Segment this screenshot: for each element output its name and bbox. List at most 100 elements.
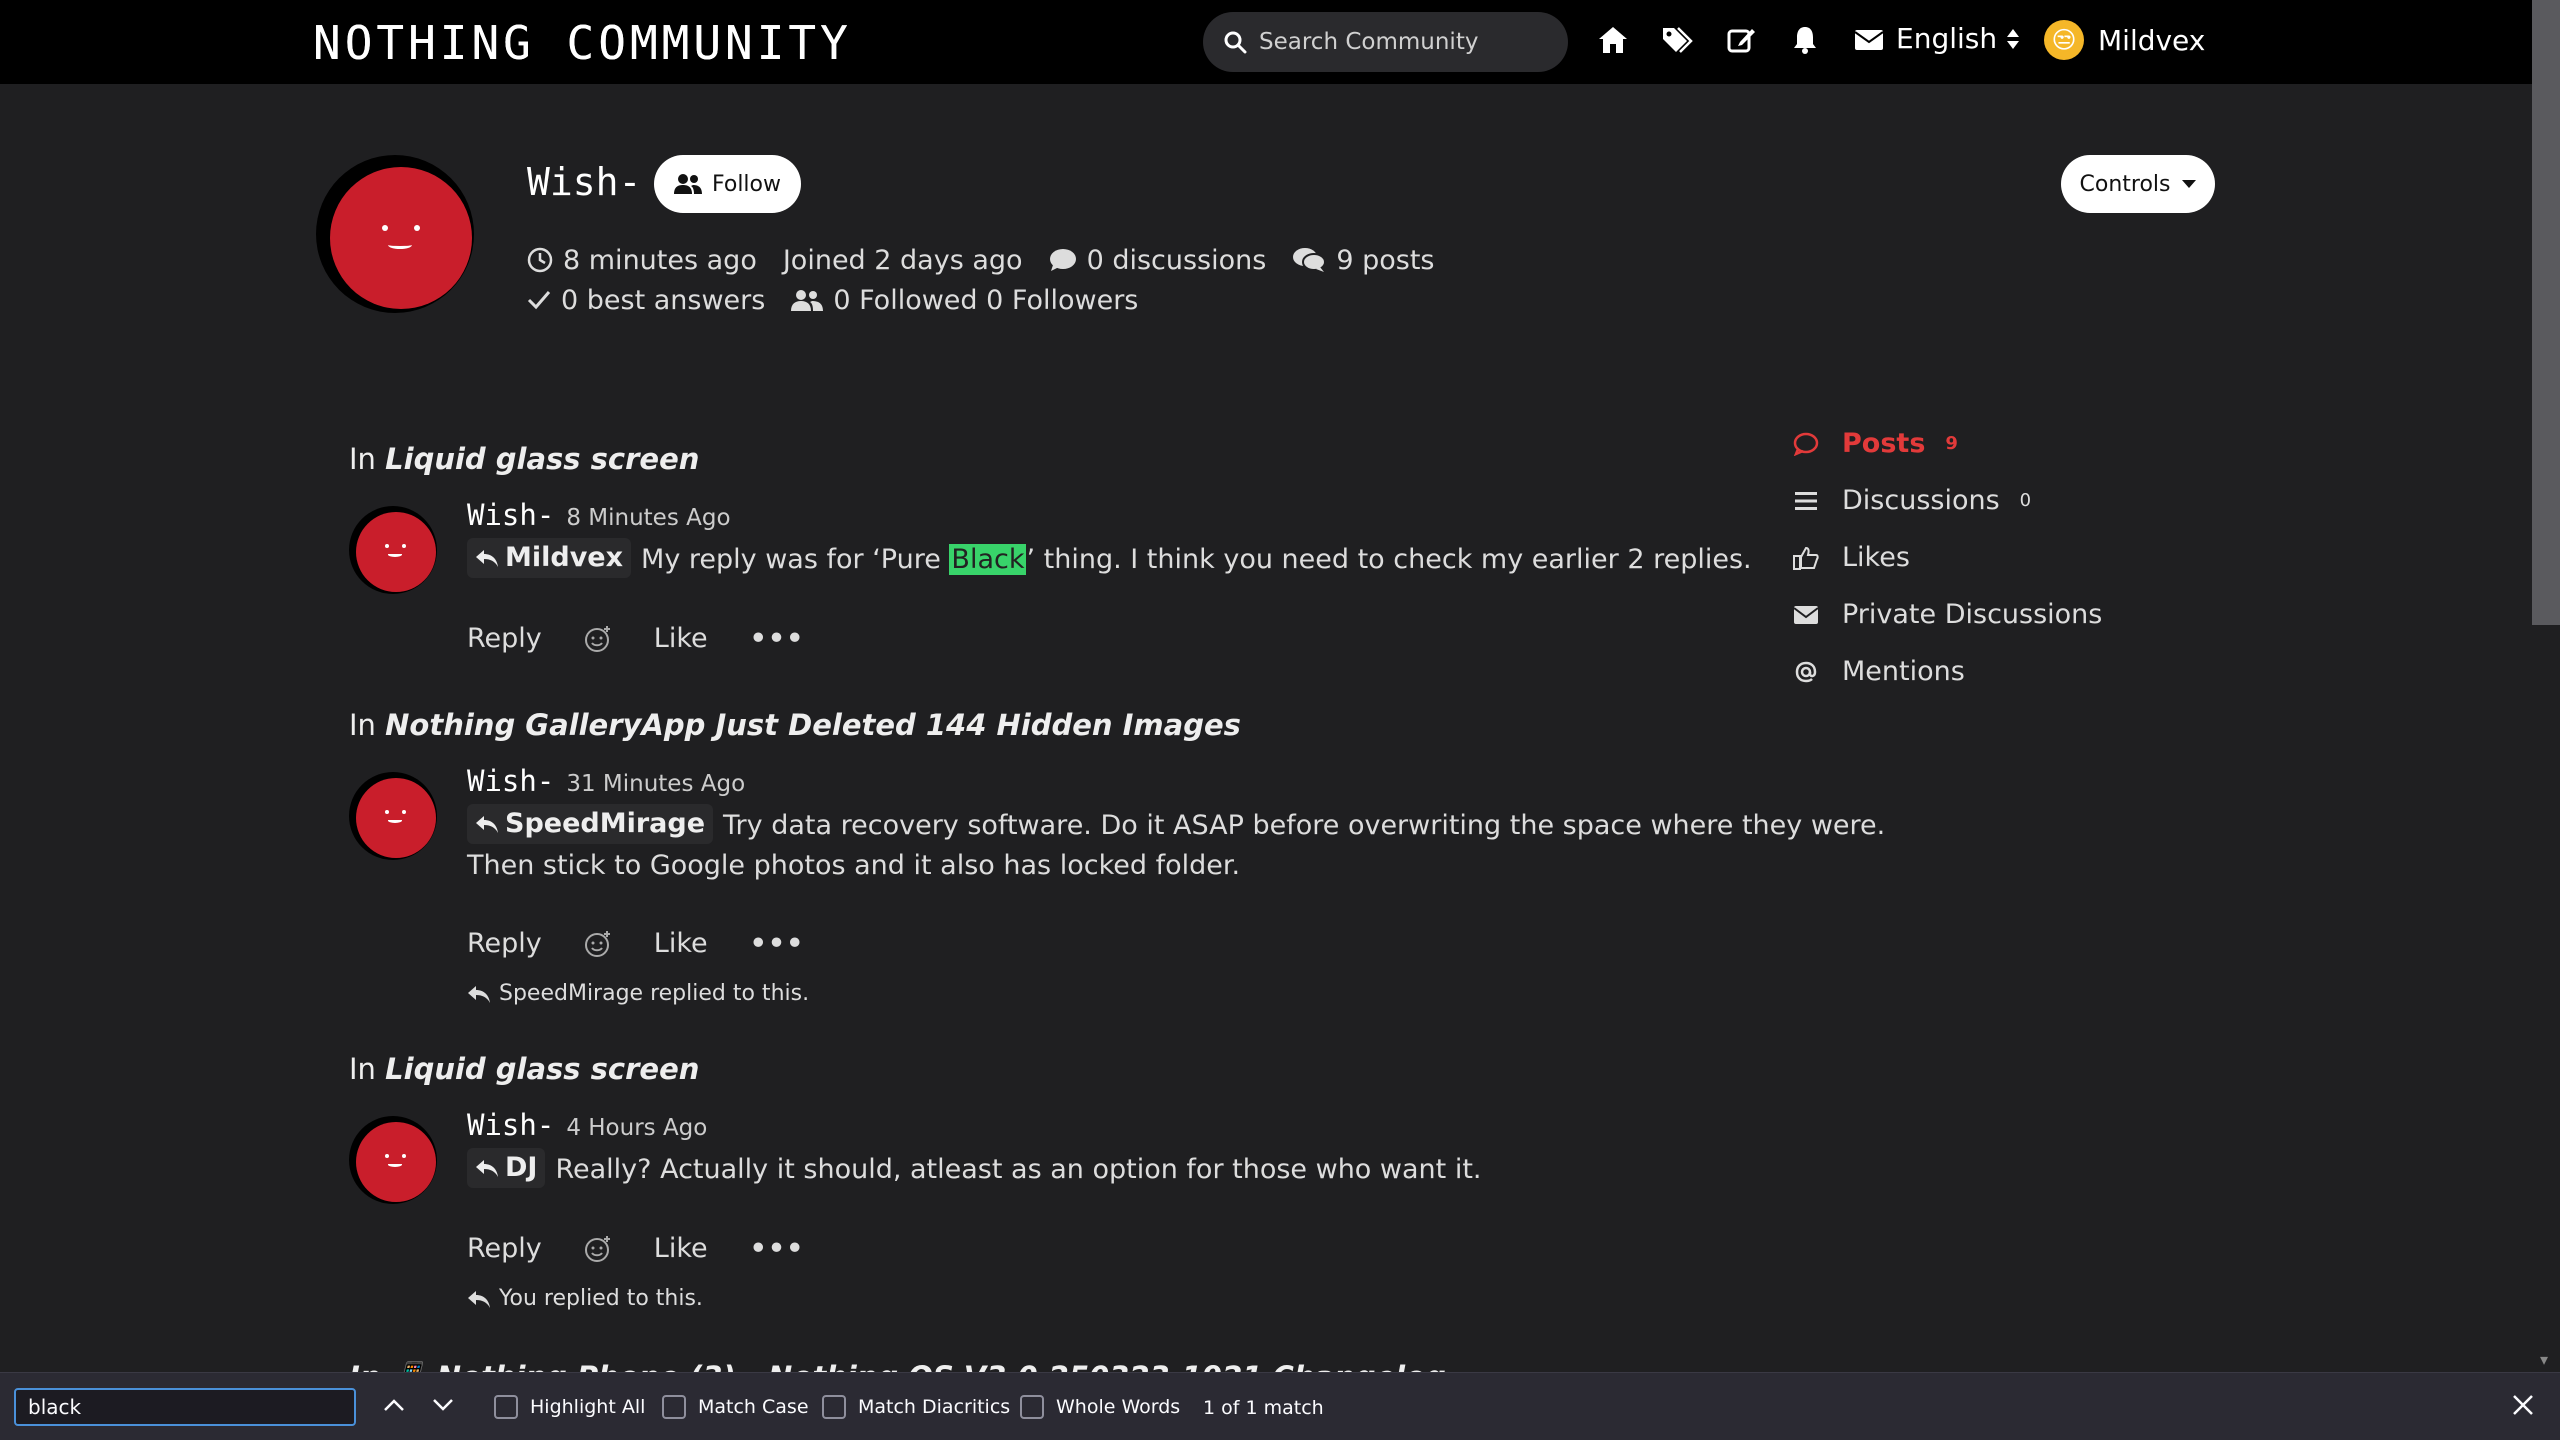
post-item: In Nothing GalleryApp Just Deleted 144 H… — [349, 708, 1885, 1006]
in-prefix: In — [349, 442, 376, 476]
find-match-status: 1 of 1 match — [1203, 1397, 1324, 1419]
post-content: SpeedMirage Try data recovery software. … — [467, 804, 1887, 886]
search-box[interactable] — [1203, 12, 1568, 72]
find-previous-icon[interactable] — [383, 1393, 405, 1418]
discussion-count: 0 discussions — [1086, 244, 1267, 276]
reply-arrow-icon — [468, 985, 490, 1003]
post-discussion-context: In Liquid glass screen — [349, 442, 699, 482]
profile-stats: 8 minutes ago Joined 2 days ago 0 discus… — [527, 240, 1434, 320]
like-button[interactable]: Like — [654, 928, 708, 959]
add-reaction-icon[interactable] — [584, 930, 612, 958]
reply-mention[interactable]: DJ — [467, 1148, 546, 1188]
mention-name: Mildvex — [505, 542, 624, 573]
reply-arrow-icon — [476, 816, 498, 833]
joined-date: Joined 2 days ago — [782, 244, 1023, 276]
in-prefix: In — [349, 708, 376, 742]
find-next-icon[interactable] — [432, 1393, 454, 1418]
match-diacritics-checkbox[interactable]: Match Diacritics — [822, 1395, 1010, 1419]
language-selector[interactable]: English — [1896, 22, 2021, 55]
post-item: In Liquid glass screen Wish- 8 Minutes A… — [349, 442, 1752, 654]
post-author[interactable]: Wish- — [467, 764, 554, 798]
users-icon — [673, 174, 702, 194]
language-label: English — [1896, 22, 1998, 55]
reply-mention[interactable]: SpeedMirage — [467, 804, 714, 844]
post-author[interactable]: Wish- — [467, 498, 554, 532]
match-case-checkbox[interactable]: Match Case — [662, 1395, 809, 1419]
site-logo[interactable]: NOTHING COMMUNITY — [313, 16, 852, 70]
top-navigation-bar: NOTHING COMMUNITY English 😒 Mildvex — [0, 0, 2532, 84]
user-avatar: 😒 — [2044, 20, 2084, 60]
reply-arrow-icon — [476, 550, 498, 567]
compose-icon[interactable] — [1723, 22, 1759, 58]
scroll-down-arrow-icon[interactable]: ▾ — [2540, 1350, 2548, 1369]
post-count: 9 posts — [1336, 244, 1435, 276]
post-content: Mildvex My reply was for ‘Pure Black’ th… — [467, 538, 2047, 580]
discussion-link[interactable]: Liquid glass screen — [385, 442, 699, 476]
add-reaction-icon[interactable] — [584, 1235, 612, 1263]
checkbox-label: Match Case — [698, 1396, 809, 1418]
post-text: Really? Actually it should, atleast as a… — [555, 1154, 1482, 1185]
highlight-all-checkbox[interactable]: Highlight All — [494, 1395, 645, 1419]
more-options-icon[interactable]: ••• — [750, 928, 805, 959]
sidebar-item-posts[interactable]: Posts 9 — [1792, 415, 2102, 472]
discussion-link[interactable]: Nothing GalleryApp Just Deleted 144 Hidd… — [385, 708, 1241, 742]
like-button[interactable]: Like — [654, 623, 708, 654]
post-time[interactable]: 8 Minutes Ago — [566, 505, 730, 531]
checkbox-box[interactable] — [1020, 1395, 1044, 1419]
post-time[interactable]: 4 Hours Ago — [566, 1115, 707, 1141]
search-highlight: Black — [949, 544, 1027, 575]
caret-down-icon — [2181, 180, 2196, 188]
reply-button[interactable]: Reply — [467, 928, 542, 959]
checkmark-icon — [527, 291, 551, 310]
reply-button[interactable]: Reply — [467, 1233, 542, 1264]
close-icon[interactable] — [2512, 1389, 2534, 1424]
like-button[interactable]: Like — [654, 1233, 708, 1264]
discussion-link[interactable]: Liquid glass screen — [385, 1052, 699, 1086]
find-in-page-bar: Highlight All Match Case Match Diacritic… — [0, 1372, 2560, 1440]
more-options-icon[interactable]: ••• — [750, 1233, 805, 1264]
users-icon — [791, 290, 824, 311]
post-author-avatar[interactable] — [349, 1116, 437, 1204]
checkbox-box[interactable] — [494, 1395, 518, 1419]
post-discussion-context: In Nothing GalleryApp Just Deleted 144 H… — [349, 708, 1241, 748]
envelope-icon[interactable] — [1851, 22, 1887, 58]
speech-bubble-icon — [1793, 432, 1819, 456]
add-reaction-icon[interactable] — [584, 625, 612, 653]
reply-mention[interactable]: Mildvex — [467, 538, 632, 578]
comment-icon — [1049, 249, 1076, 271]
replied-note[interactable]: You replied to this. — [467, 1286, 2047, 1311]
sidebar-item-count: 9 — [1945, 433, 1958, 454]
best-answers: 0 best answers — [561, 284, 766, 316]
reply-arrow-icon — [468, 1290, 490, 1308]
user-menu[interactable]: 😒 Mildvex — [2044, 20, 2205, 60]
scrollbar-thumb[interactable] — [2532, 0, 2560, 625]
tags-icon[interactable] — [1659, 22, 1695, 58]
post-author-avatar[interactable] — [349, 506, 437, 594]
checkbox-label: Highlight All — [530, 1396, 646, 1418]
checkbox-label: Match Diacritics — [858, 1396, 1011, 1418]
find-input[interactable] — [14, 1388, 356, 1426]
replied-note[interactable]: SpeedMirage replied to this. — [467, 981, 2047, 1006]
reply-arrow-icon — [476, 1160, 498, 1177]
controls-dropdown-button[interactable]: Controls — [2061, 155, 2215, 213]
post-discussion-context: In Liquid glass screen — [349, 1052, 699, 1092]
reply-button[interactable]: Reply — [467, 623, 542, 654]
checkbox-box[interactable] — [662, 1395, 686, 1419]
post-author[interactable]: Wish- — [467, 1108, 554, 1142]
post-time[interactable]: 31 Minutes Ago — [566, 771, 745, 797]
post-author-avatar[interactable] — [349, 772, 437, 860]
sidebar-item-label: Mentions — [1842, 656, 1965, 687]
checkbox-box[interactable] — [822, 1395, 846, 1419]
profile-avatar — [316, 155, 474, 313]
comments-icon — [1293, 248, 1327, 272]
bell-icon[interactable] — [1787, 22, 1823, 58]
clock-icon — [527, 247, 553, 273]
follow-button[interactable]: Follow — [654, 155, 801, 213]
home-icon[interactable] — [1595, 22, 1631, 58]
sort-arrows-icon — [2007, 28, 2020, 49]
mention-name: SpeedMirage — [505, 808, 706, 839]
whole-words-checkbox[interactable]: Whole Words — [1020, 1395, 1180, 1419]
search-input[interactable] — [1259, 29, 1539, 55]
more-options-icon[interactable]: ••• — [750, 623, 805, 654]
page-scrollbar[interactable]: ▾ — [2532, 0, 2560, 1372]
